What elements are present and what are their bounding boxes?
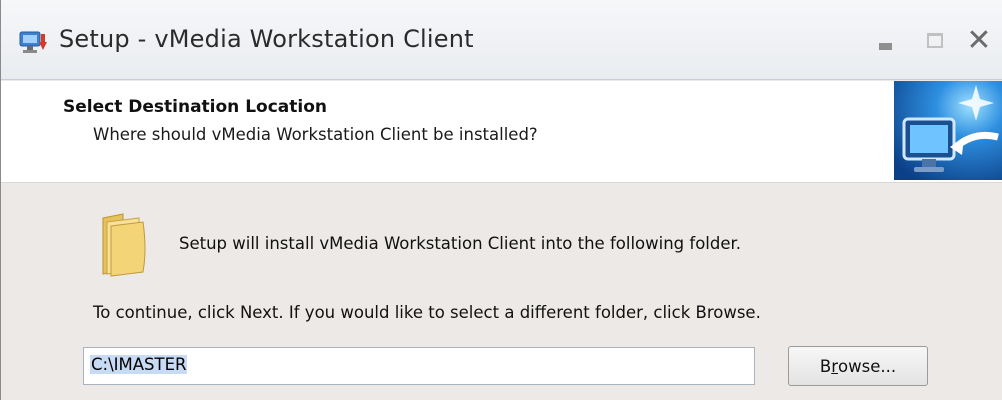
- page-title: Select Destination Location: [63, 97, 327, 117]
- maximize-icon: [927, 32, 943, 48]
- destination-path-input[interactable]: C:\IMASTER: [83, 347, 755, 385]
- wizard-header: Select Destination Location Where should…: [1, 81, 1002, 183]
- computer-arrow-icon: [894, 81, 1002, 180]
- installer-icon: [19, 31, 47, 53]
- browse-label-prefix: B: [819, 356, 832, 376]
- folder-icon: [102, 213, 146, 277]
- close-button[interactable]: ✕: [963, 22, 995, 58]
- browse-label-suffix: owse...: [838, 356, 897, 376]
- path-value: C:\IMASTER: [90, 355, 188, 374]
- browse-button[interactable]: Br owse...: [788, 346, 928, 386]
- title-bar[interactable]: Setup - vMedia Workstation Client ✕: [1, 0, 1002, 80]
- minimize-icon: [878, 42, 892, 50]
- continue-instructions: To continue, click Next. If you would li…: [93, 303, 761, 322]
- maximize-button[interactable]: [919, 24, 951, 56]
- browse-label-mnemonic: r: [831, 356, 839, 376]
- setup-window: Setup - vMedia Workstation Client ✕ Sele…: [0, 0, 1002, 400]
- window-title: Setup - vMedia Workstation Client: [59, 25, 474, 53]
- page-subtitle: Where should vMedia Workstation Client b…: [93, 125, 538, 144]
- close-icon: ✕: [966, 22, 992, 58]
- minimize-button[interactable]: [869, 24, 901, 56]
- install-info-text: Setup will install vMedia Workstation Cl…: [179, 234, 742, 253]
